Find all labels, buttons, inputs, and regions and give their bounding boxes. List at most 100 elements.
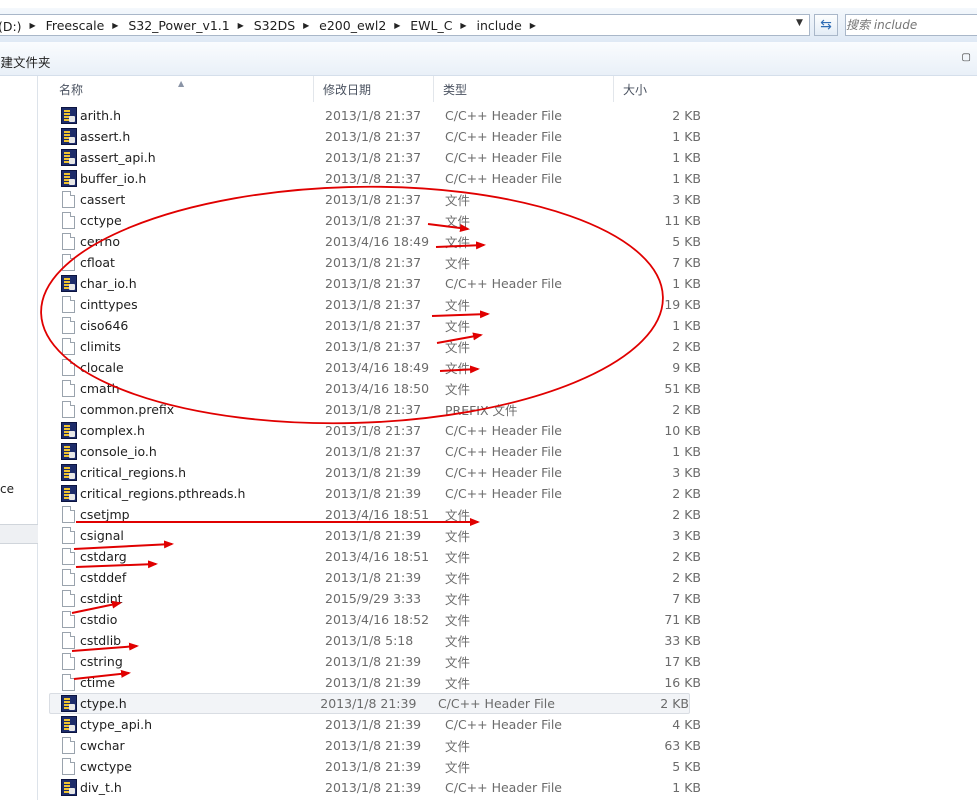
column-header-type[interactable]: 类型 — [434, 76, 614, 102]
table-row[interactable]: cstddef 2013/1/8 21:39 文件 2 KB — [50, 567, 960, 588]
table-row[interactable]: cwchar 2013/1/8 21:39 文件 63 KB — [50, 735, 960, 756]
table-row[interactable]: climits 2013/1/8 21:37 文件 2 KB — [50, 336, 960, 357]
file-name[interactable]: common.prefix — [80, 402, 325, 417]
file-name[interactable]: critical_regions.pthreads.h — [80, 486, 325, 501]
table-row[interactable]: cstdlib 2013/1/8 5:18 文件 33 KB — [50, 630, 960, 651]
new-folder-button[interactable]: 新建文件夹 — [0, 52, 51, 71]
file-name[interactable]: cctype — [80, 213, 325, 228]
table-row[interactable]: assert_api.h 2013/1/8 21:37 C/C++ Header F… — [50, 147, 960, 168]
file-name[interactable]: assert.h — [80, 129, 325, 144]
chevron-down-icon[interactable]: ▼ — [796, 18, 803, 28]
file-name[interactable]: cmath — [80, 381, 325, 396]
column-header-date[interactable]: 修改日期 — [314, 76, 434, 102]
table-row[interactable]: cstdio 2013/4/16 18:52 文件 71 KB — [50, 609, 960, 630]
more-options-icon[interactable]: ▢ — [962, 52, 971, 63]
file-name[interactable]: cerrno — [80, 234, 325, 249]
chevron-right-icon[interactable]: ▶ — [299, 21, 313, 30]
search-input[interactable] — [846, 18, 951, 32]
table-row[interactable]: buffer_io.h 2013/1/8 21:37 C/C++ Header Fi… — [50, 168, 960, 189]
table-row[interactable]: cstdarg 2013/4/16 18:51 文件 2 KB — [50, 546, 960, 567]
table-row[interactable]: common.prefix 2013/1/8 21:37 PREFIX 文件 2 KB — [50, 399, 960, 420]
file-icon — [62, 506, 75, 523]
file-name[interactable]: ctype.h — [80, 696, 320, 711]
file-name[interactable]: console_io.h — [80, 444, 325, 459]
breadcrumb-item-ewl-c[interactable]: EWL_C — [404, 18, 456, 33]
table-row[interactable]: cstdint 2015/9/29 3:33 文件 7 KB — [50, 588, 960, 609]
file-name[interactable]: cstddef — [80, 570, 325, 585]
table-row[interactable]: div_t.h 2013/1/8 21:39 C/C++ Header File 1 … — [50, 777, 960, 798]
scrollbar[interactable] — [961, 76, 977, 800]
table-row[interactable]: cerrno 2013/4/16 18:49 文件 5 KB — [50, 231, 960, 252]
table-row[interactable]: cwctype 2013/1/8 21:39 文件 5 KB — [50, 756, 960, 777]
address-bar: 本地磁盘 (D:)▶ Freescale▶ S32_Power_v1.1▶ S3… — [0, 8, 977, 42]
table-row[interactable]: ctype.h 2013/1/8 21:39 C/C++ Header File 2 … — [49, 693, 690, 714]
file-name[interactable]: cstdint — [80, 591, 325, 606]
file-name[interactable]: csetjmp — [80, 507, 325, 522]
table-row[interactable]: critical_regions.h 2013/1/8 21:39 C/C++ He… — [50, 462, 960, 483]
table-row[interactable]: complex.h 2013/1/8 21:37 C/C++ Header File… — [50, 420, 960, 441]
file-name[interactable]: cwchar — [80, 738, 325, 753]
breadcrumb-item-freescale[interactable]: Freescale — [40, 18, 109, 33]
file-name[interactable]: cstdio — [80, 612, 325, 627]
file-type: C/C++ Header File — [437, 696, 555, 711]
file-name[interactable]: char_io.h — [80, 276, 325, 291]
file-name[interactable]: buffer_io.h — [80, 171, 325, 186]
table-row[interactable]: clocale 2013/4/16 18:49 文件 9 KB — [50, 357, 960, 378]
table-row[interactable]: ctime 2013/1/8 21:39 文件 16 KB — [50, 672, 960, 693]
breadcrumb-item-s32-power[interactable]: S32_Power_v1.1 — [122, 18, 233, 33]
file-name[interactable]: cstdlib — [80, 633, 325, 648]
file-type: C/C++ Header File — [445, 129, 562, 144]
file-name[interactable]: cstdarg — [80, 549, 325, 564]
file-name[interactable]: csignal — [80, 528, 325, 543]
file-name[interactable]: ctype_api.h — [80, 717, 325, 732]
table-row[interactable]: cfloat 2013/1/8 21:37 文件 7 KB — [50, 252, 960, 273]
table-row[interactable]: console_io.h 2013/1/8 21:37 C/C++ Header F… — [50, 441, 960, 462]
file-name[interactable]: arith.h — [80, 108, 325, 123]
file-name[interactable]: cinttypes — [80, 297, 325, 312]
table-row[interactable]: csetjmp 2013/4/16 18:51 文件 2 KB — [50, 504, 960, 525]
chevron-right-icon[interactable]: ▶ — [26, 21, 40, 30]
header-file-icon — [61, 485, 77, 502]
table-row[interactable]: cassert 2013/1/8 21:37 文件 3 KB — [50, 189, 960, 210]
chevron-right-icon[interactable]: ▶ — [526, 21, 540, 30]
table-row[interactable]: ctype_api.h 2013/1/8 21:39 C/C++ Header Fi… — [50, 714, 960, 735]
table-row[interactable]: cstring 2013/1/8 21:39 文件 17 KB — [50, 651, 960, 672]
breadcrumb[interactable]: 本地磁盘 (D:)▶ Freescale▶ S32_Power_v1.1▶ S3… — [0, 14, 810, 36]
nav-item-label[interactable]: ce — [0, 482, 14, 496]
breadcrumb-item-drive[interactable]: 本地磁盘 (D:) — [0, 16, 26, 35]
table-row[interactable]: csignal 2013/1/8 21:39 文件 3 KB — [50, 525, 960, 546]
file-name[interactable]: ciso646 — [80, 318, 325, 333]
file-name[interactable]: cfloat — [80, 255, 325, 270]
file-name[interactable]: clocale — [80, 360, 325, 375]
breadcrumb-item-s32ds[interactable]: S32DS — [248, 18, 299, 33]
file-name[interactable]: div_t.h — [80, 780, 325, 795]
navigation-pane[interactable]: ce — [0, 76, 38, 800]
nav-item-selected[interactable] — [0, 524, 38, 544]
file-name[interactable]: cstring — [80, 654, 325, 669]
file-name[interactable]: cwctype — [80, 759, 325, 774]
refresh-button[interactable]: ⇆ — [814, 14, 838, 36]
file-name[interactable]: climits — [80, 339, 325, 354]
file-name[interactable]: critical_regions.h — [80, 465, 325, 480]
breadcrumb-item-include[interactable]: include — [470, 18, 525, 33]
chevron-right-icon[interactable]: ▶ — [390, 21, 404, 30]
table-row[interactable]: char_io.h 2013/1/8 21:37 C/C++ Header File… — [50, 273, 960, 294]
file-name[interactable]: cassert — [80, 192, 325, 207]
file-name[interactable]: assert_api.h — [80, 150, 325, 165]
file-name[interactable]: complex.h — [80, 423, 325, 438]
table-row[interactable]: cctype 2013/1/8 21:37 文件 11 KB — [50, 210, 960, 231]
chevron-right-icon[interactable]: ▶ — [108, 21, 122, 30]
chevron-right-icon[interactable]: ▶ — [234, 21, 248, 30]
file-name[interactable]: ctime — [80, 675, 325, 690]
table-row[interactable]: cmath 2013/4/16 18:50 文件 51 KB — [50, 378, 960, 399]
table-row[interactable]: arith.h 2013/1/8 21:37 C/C++ Header File 2 … — [50, 105, 960, 126]
table-row[interactable]: assert.h 2013/1/8 21:37 C/C++ Header File 1… — [50, 126, 960, 147]
search-box[interactable] — [845, 14, 977, 36]
column-header-name[interactable]: 名称 ▲ — [50, 76, 314, 102]
table-row[interactable]: cinttypes 2013/1/8 21:37 文件 19 KB — [50, 294, 960, 315]
table-row[interactable]: ciso646 2013/1/8 21:37 文件 1 KB — [50, 315, 960, 336]
table-row[interactable]: critical_regions.pthreads.h 2013/1/8 21:3… — [50, 483, 960, 504]
column-header-size[interactable]: 大小 — [614, 76, 690, 102]
breadcrumb-item-e200-ewl2[interactable]: e200_ewl2 — [313, 18, 390, 33]
chevron-right-icon[interactable]: ▶ — [456, 21, 470, 30]
